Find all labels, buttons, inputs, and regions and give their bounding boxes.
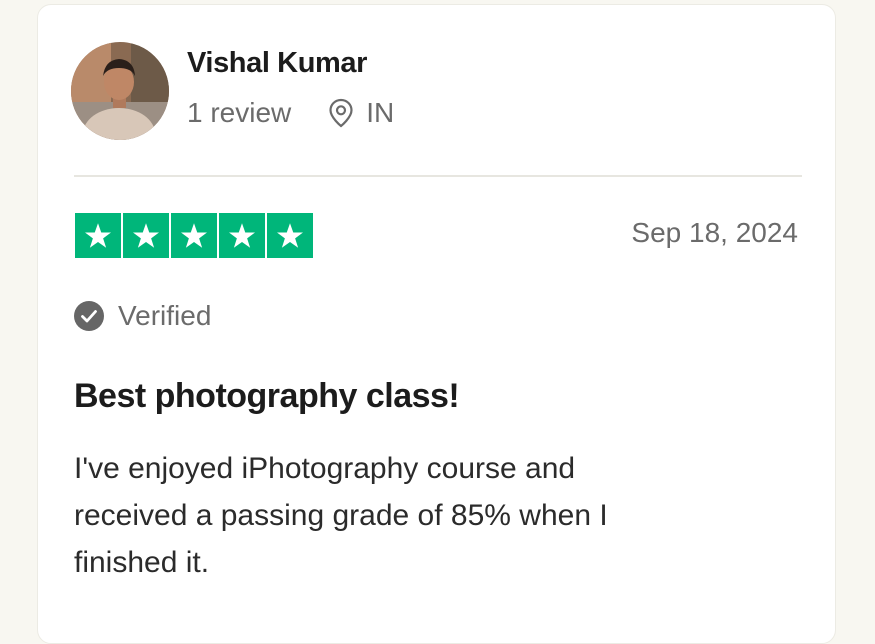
avatar-photo xyxy=(71,42,169,140)
reviewer-country: IN xyxy=(366,97,395,128)
review-body-line: I've enjoyed iPhotography course and xyxy=(74,452,576,485)
review-body-line: finished it. xyxy=(74,546,210,579)
star-rating xyxy=(75,213,313,258)
reviewer-name[interactable]: Vishal Kumar xyxy=(187,47,367,80)
location-pin-icon xyxy=(328,98,354,128)
star-box xyxy=(123,213,169,258)
review-title[interactable]: Best photography class! xyxy=(74,377,460,416)
star-box xyxy=(171,213,217,258)
star-box xyxy=(219,213,265,258)
verified-badge[interactable]: Verified xyxy=(74,298,211,334)
star-icon xyxy=(85,222,111,248)
reviewer-meta: 1 review IN xyxy=(187,93,394,133)
star-icon xyxy=(133,222,159,248)
check-circle-icon xyxy=(74,301,104,331)
avatar[interactable] xyxy=(71,42,169,140)
star-icon xyxy=(229,222,255,248)
star-icon xyxy=(277,222,303,248)
star-box xyxy=(75,213,121,258)
star-icon xyxy=(181,222,207,248)
review-date: Sep 18, 2024 xyxy=(631,217,798,248)
review-card: Vishal Kumar 1 review IN Sep 18, 2024 Ve… xyxy=(37,4,836,644)
review-body: I've enjoyed iPhotography course and rec… xyxy=(74,445,794,586)
divider xyxy=(74,175,802,177)
review-count: 1 review xyxy=(187,97,292,128)
verified-label: Verified xyxy=(118,300,212,331)
review-body-line: received a passing grade of 85% when I xyxy=(74,499,608,532)
star-box xyxy=(267,213,313,258)
